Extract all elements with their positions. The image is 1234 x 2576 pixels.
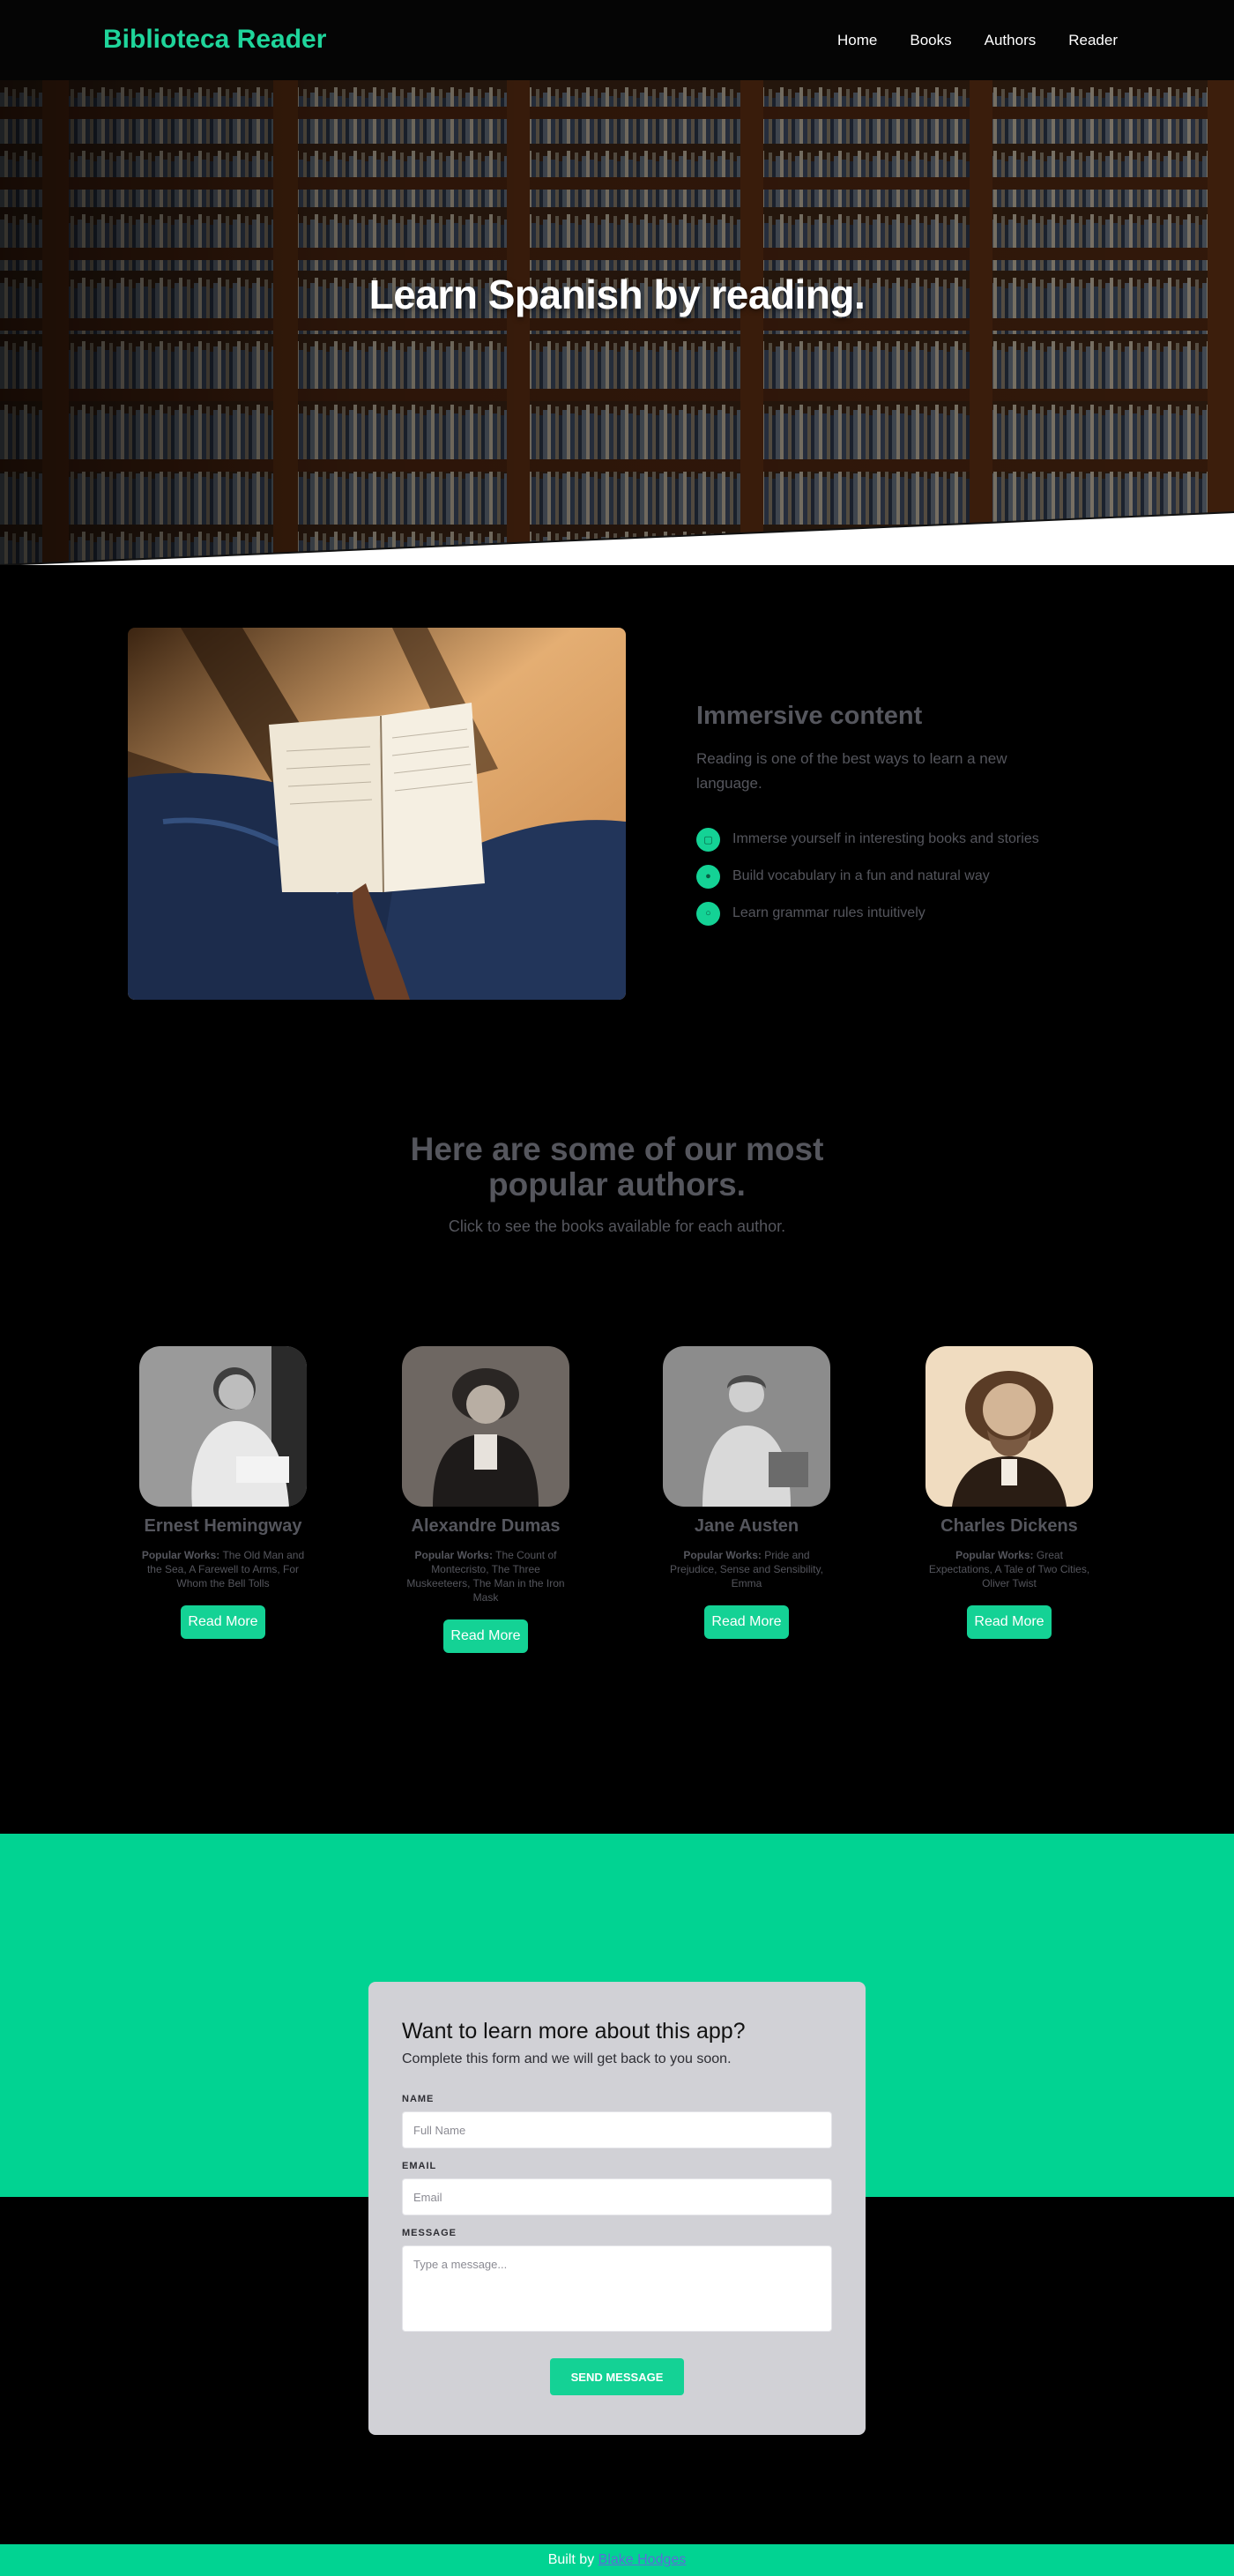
feature-section: Immersive content Reading is one of the … — [696, 702, 1049, 932]
author-name: Charles Dickens — [940, 1516, 1078, 1536]
name-field[interactable]: Full Name — [402, 2111, 832, 2148]
contact-form: Want to learn more about this app? Compl… — [368, 1982, 866, 2435]
vocabulary-icon: ● — [696, 864, 720, 889]
reading-book-image — [128, 628, 626, 1000]
author-name: Ernest Hemingway — [144, 1516, 302, 1536]
author-works: Popular Works: The Old Man and the Sea, … — [139, 1548, 307, 1590]
author-works: Popular Works: The Count of Montecristo,… — [402, 1548, 569, 1604]
top-navbar: Biblioteca Reader Home Books Authors Rea… — [0, 0, 1234, 80]
message-field[interactable]: Type a message... — [402, 2245, 832, 2332]
feature-item: ▢ Immerse yourself in interesting books … — [696, 821, 1049, 858]
author-card-hemingway: Ernest Hemingway Popular Works: The Old … — [135, 1346, 311, 1639]
nav-links: Home Books Authors Reader — [837, 32, 1118, 49]
author-portrait[interactable] — [926, 1346, 1093, 1507]
name-label: NAME — [402, 2094, 435, 2104]
read-more-button[interactable]: Read More — [967, 1605, 1052, 1639]
book-icon: ▢ — [696, 827, 720, 852]
footer: Built by Blake Hodges — [0, 2544, 1234, 2576]
read-more-button[interactable]: Read More — [443, 1619, 528, 1653]
author-portrait[interactable] — [663, 1346, 830, 1507]
feature-title: Immersive content — [696, 702, 923, 730]
nav-home-link[interactable]: Home — [837, 32, 877, 49]
authors-section-subtitle: Click to see the books available for eac… — [448, 1217, 786, 1235]
works-label: Popular Works: — [414, 1549, 493, 1561]
author-portrait[interactable] — [139, 1346, 307, 1507]
feature-item-label: Build vocabulary in a fun and natural wa… — [732, 868, 990, 883]
footer-prefix: Built by — [547, 2552, 595, 2567]
author-portrait[interactable] — [402, 1346, 569, 1507]
works-label: Popular Works: — [141, 1549, 220, 1561]
works-label: Popular Works: — [683, 1549, 762, 1561]
author-link[interactable]: Blake Hodges — [598, 2552, 687, 2567]
bookshelf-hero-image — [0, 80, 1234, 565]
form-title: Want to learn more about this app? — [402, 2019, 746, 2044]
grammar-icon: ○ — [696, 901, 720, 926]
works-label: Popular Works: — [955, 1549, 1034, 1561]
author-works: Popular Works: Pride and Prejudice, Sens… — [663, 1548, 830, 1590]
authors-section-title: Here are some of our most popular author… — [410, 1131, 824, 1202]
nav-books-link[interactable]: Books — [910, 32, 951, 49]
nav-authors-link[interactable]: Authors — [985, 32, 1037, 49]
email-label: EMAIL — [402, 2161, 437, 2171]
feature-item: ● Build vocabulary in a fun and natural … — [696, 858, 1049, 895]
feature-item-label: Immerse yourself in interesting books an… — [732, 831, 1039, 846]
author-name: Jane Austen — [694, 1516, 799, 1536]
message-label: MESSAGE — [402, 2228, 457, 2238]
hero-banner: Learn Spanish by reading. — [0, 80, 1234, 565]
feature-item-label: Learn grammar rules intuitively — [732, 905, 926, 920]
author-name: Alexandre Dumas — [411, 1516, 561, 1536]
feature-subtitle: Reading is one of the best ways to learn… — [696, 750, 1007, 792]
nav-reader-link[interactable]: Reader — [1068, 32, 1118, 49]
form-subtitle: Complete this form and we will get back … — [402, 2051, 732, 2066]
feature-list: ▢ Immerse yourself in interesting books … — [696, 821, 1049, 932]
hero-title: Learn Spanish by reading. — [368, 272, 866, 317]
send-message-button[interactable]: SEND MESSAGE — [550, 2358, 684, 2395]
brand-logo[interactable]: Biblioteca Reader — [103, 25, 326, 55]
author-card-dumas: Alexandre Dumas Popular Works: The Count… — [398, 1346, 574, 1653]
author-works: Popular Works: Great Expectations, A Tal… — [926, 1548, 1093, 1590]
read-more-button[interactable]: Read More — [704, 1605, 789, 1639]
email-field[interactable]: Email — [402, 2178, 832, 2215]
feature-item: ○ Learn grammar rules intuitively — [696, 895, 1049, 932]
author-card-dickens: Charles Dickens Popular Works: Great Exp… — [921, 1346, 1097, 1639]
read-more-button[interactable]: Read More — [181, 1605, 265, 1639]
author-card-austen: Jane Austen Popular Works: Pride and Pre… — [658, 1346, 835, 1639]
